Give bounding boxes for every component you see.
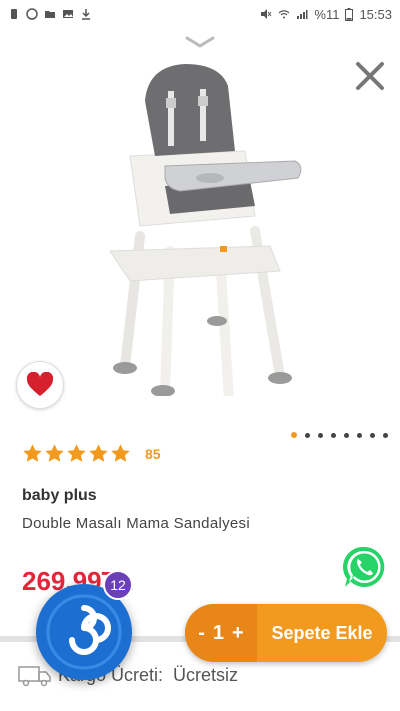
whatsapp-icon[interactable] bbox=[341, 544, 387, 590]
brand-name[interactable]: baby plus bbox=[22, 487, 97, 505]
notification-badge: 12 bbox=[103, 570, 133, 600]
image-icon bbox=[63, 10, 73, 18]
chevron-down-icon[interactable] bbox=[184, 34, 216, 50]
close-icon[interactable] bbox=[352, 58, 388, 94]
star-icon bbox=[89, 444, 108, 462]
pager-dot[interactable] bbox=[357, 432, 362, 438]
pager-dot[interactable] bbox=[383, 432, 388, 438]
rating-stars bbox=[22, 443, 131, 464]
decrease-quantity-button[interactable]: - bbox=[198, 622, 205, 645]
clock: 15:53 bbox=[359, 6, 392, 22]
add-to-cart-button[interactable]: Sepete Ekle bbox=[257, 623, 387, 644]
battery-percent: %11 bbox=[314, 6, 340, 22]
gallery-pager[interactable] bbox=[291, 432, 388, 438]
favorite-button[interactable] bbox=[16, 361, 64, 409]
increase-quantity-button[interactable]: + bbox=[232, 622, 244, 645]
star-icon bbox=[45, 444, 64, 462]
pager-dot[interactable] bbox=[370, 432, 375, 438]
rating-count[interactable]: 85 bbox=[145, 446, 161, 462]
pager-dot[interactable] bbox=[291, 432, 297, 438]
add-to-cart-bar: - 1 + Sepete Ekle bbox=[185, 604, 387, 662]
pager-dot[interactable] bbox=[318, 432, 323, 438]
signal-icon bbox=[297, 10, 308, 19]
system-icons: %11 15:53 bbox=[260, 7, 392, 22]
pager-dot[interactable] bbox=[331, 432, 336, 438]
notification-icons bbox=[8, 8, 92, 20]
download-icon bbox=[82, 9, 90, 20]
star-icon bbox=[67, 444, 86, 462]
high-chair-product-image bbox=[109, 64, 302, 396]
folder-icon bbox=[45, 11, 55, 18]
shipping-value: Ücretsiz bbox=[173, 664, 239, 685]
quantity-value: 1 bbox=[212, 621, 225, 644]
battery-icon bbox=[345, 7, 354, 21]
pager-dot[interactable] bbox=[305, 432, 310, 438]
quantity-stepper: - 1 + bbox=[185, 604, 257, 662]
product-rating[interactable]: 85 bbox=[22, 443, 161, 464]
mute-icon bbox=[261, 9, 272, 19]
product-image-gallery[interactable] bbox=[0, 28, 400, 426]
whatsapp-notification-icon bbox=[26, 8, 38, 20]
product-title: Double Masalı Mama Sandalyesi bbox=[22, 515, 250, 532]
product-detail-screen: %11 15:53 85 baby plus Double Masalı Mam… bbox=[0, 0, 400, 711]
wifi-icon bbox=[278, 10, 290, 19]
sim-alert-icon bbox=[11, 9, 17, 19]
heart-icon bbox=[26, 372, 54, 396]
status-bar: %11 15:53 bbox=[0, 0, 400, 28]
star-icon bbox=[23, 444, 42, 462]
star-icon bbox=[111, 444, 130, 462]
pager-dot[interactable] bbox=[344, 432, 349, 438]
